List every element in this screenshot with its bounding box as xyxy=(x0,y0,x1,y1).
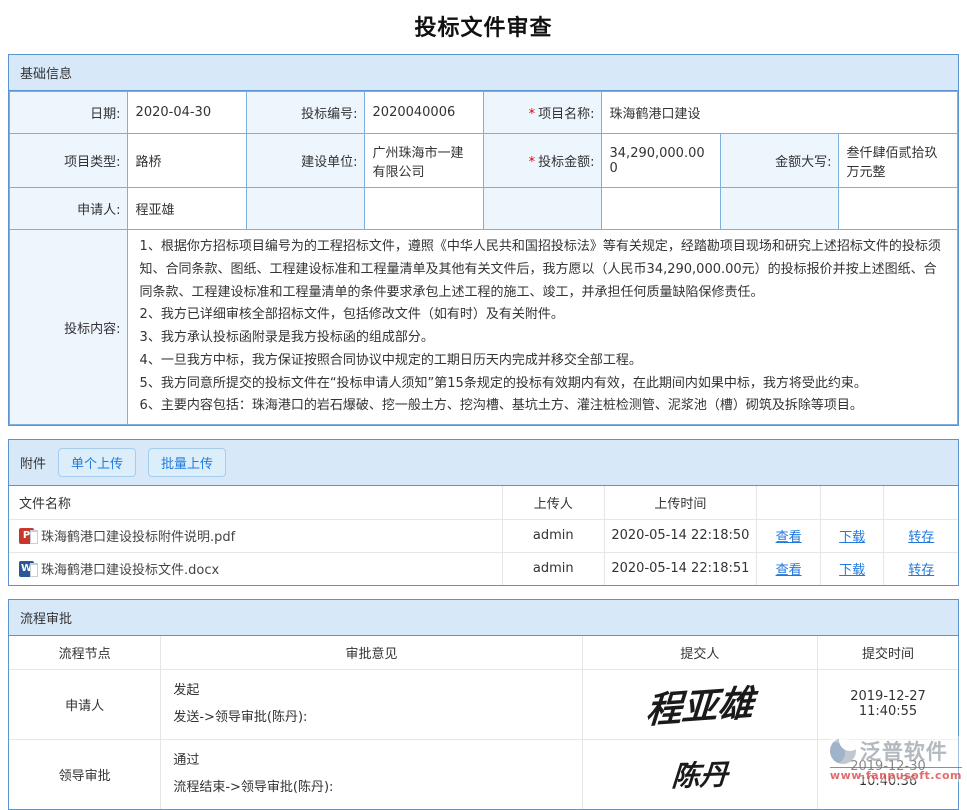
empty-value-cell xyxy=(838,188,958,230)
opinion-header: 审批意见 xyxy=(161,636,582,669)
empty-label-cell xyxy=(720,188,838,230)
approval-row: 领导审批 通过 流程结束->领导审批(陈丹): 陈丹 2019-12-30 10… xyxy=(9,739,958,809)
single-upload-button[interactable]: 单个上传 xyxy=(58,448,136,477)
upload-time: 2020-05-14 22:18:50 xyxy=(604,519,757,552)
approval-table: 流程节点 审批意见 提交人 提交时间 申请人 发起 发送->领导审批(陈丹): … xyxy=(9,636,958,809)
attachment-row: W 珠海鹤港口建设投标文件.docx admin 2020-05-14 22:1… xyxy=(9,552,958,585)
amount-in-words-label: 金额大写: xyxy=(720,134,838,188)
opinion-line: 发起 xyxy=(173,677,573,704)
transfer-link[interactable]: 转存 xyxy=(908,530,934,545)
project-name-label: *项目名称: xyxy=(483,92,601,134)
build-unit-value: 广州珠海市一建有限公司 xyxy=(364,134,483,188)
upload-time: 2020-05-14 22:18:51 xyxy=(604,552,757,585)
empty-label-cell xyxy=(246,188,364,230)
vendor-url: www.fanpusoft.com xyxy=(830,767,962,782)
attachments-table: 文件名称 上传人 上传时间 P 珠海鹤港口建设投标附件说明.pdf admin … xyxy=(9,486,958,585)
signature-image: 程亚雄 xyxy=(644,674,755,734)
bid-content-line: 5、我方同意所提交的投标文件在“投标申请人须知”第15条规定的投标有效期内有效，… xyxy=(140,373,945,396)
applicant-label: 申请人: xyxy=(10,188,128,230)
file-name: 珠海鹤港口建设投标附件说明.pdf xyxy=(41,526,235,545)
file-name-header: 文件名称 xyxy=(9,486,502,519)
amount-in-words-value: 叁仟肆佰贰拾玖万元整 xyxy=(838,134,958,188)
transfer-link[interactable]: 转存 xyxy=(908,563,934,578)
uploader: admin xyxy=(502,552,604,585)
date-label: 日期: xyxy=(10,92,128,134)
empty-value-cell xyxy=(364,188,483,230)
view-link[interactable]: 查看 xyxy=(776,563,802,578)
attachment-row: P 珠海鹤港口建设投标附件说明.pdf admin 2020-05-14 22:… xyxy=(9,519,958,552)
opinion-line: 发送->领导审批(陈丹): xyxy=(173,704,573,731)
bid-number-label: 投标编号: xyxy=(246,92,364,134)
uploader-header: 上传人 xyxy=(502,486,604,519)
bid-content-line: 2、我方已详细审核全部招标文件，包括修改文件（如有时）及有关附件。 xyxy=(140,304,945,327)
basic-info-table: 日期: 2020-04-30 投标编号: 2020040006 *项目名称: 珠… xyxy=(9,91,958,425)
download-link[interactable]: 下载 xyxy=(839,530,865,545)
attachments-section: 附件 单个上传 批量上传 文件名称 上传人 上传时间 P 珠海鹤港口建设投标附件… xyxy=(8,439,959,586)
attachments-title: 附件 xyxy=(20,453,46,472)
basic-info-section: 基础信息 日期: 2020-04-30 投标编号: 2020040006 *项目… xyxy=(8,54,959,426)
bid-content-line: 3、我方承认投标函附录是我方投标函的组成部分。 xyxy=(140,327,945,350)
bid-content-line: 1、根据你方招标项目编号为的工程招标文件，遵照《中华人民共和国招投标法》等有关规… xyxy=(140,236,945,304)
basic-info-section-header: 基础信息 xyxy=(9,55,958,91)
signature-image: 陈丹 xyxy=(670,753,729,795)
bid-content-label: 投标内容: xyxy=(10,230,128,425)
project-name-value: 珠海鹤港口建设 xyxy=(601,92,957,134)
approval-section: 流程审批 流程节点 审批意见 提交人 提交时间 申请人 发起 发送->领导审批(… xyxy=(8,599,959,810)
project-type-label: 项目类型: xyxy=(10,134,128,188)
action-header-empty xyxy=(757,486,821,519)
attachments-section-header: 附件 单个上传 批量上传 xyxy=(9,440,958,486)
submit-time: 2019-12-27 11:40:55 xyxy=(818,669,958,739)
flow-node: 领导审批 xyxy=(9,739,161,809)
project-type-value: 路桥 xyxy=(127,134,246,188)
required-asterisk: * xyxy=(529,155,536,170)
opinion-line: 通过 xyxy=(173,747,573,774)
flow-node: 申请人 xyxy=(9,669,161,739)
bid-content-value: 1、根据你方招标项目编号为的工程招标文件，遵照《中华人民共和国招投标法》等有关规… xyxy=(127,230,957,425)
upload-time-header: 上传时间 xyxy=(604,486,757,519)
empty-value-cell xyxy=(601,188,720,230)
submit-time-header: 提交时间 xyxy=(818,636,958,669)
pdf-file-icon: P xyxy=(19,528,34,544)
vendor-watermark: 泛普软件 www.fanpusoft.com xyxy=(830,736,962,782)
required-asterisk: * xyxy=(529,107,536,122)
empty-label-cell xyxy=(483,188,601,230)
bid-amount-label: *投标金额: xyxy=(483,134,601,188)
view-link[interactable]: 查看 xyxy=(776,530,802,545)
approval-row: 申请人 发起 发送->领导审批(陈丹): 程亚雄 2019-12-27 11:4… xyxy=(9,669,958,739)
opinion-line: 流程结束->领导审批(陈丹): xyxy=(173,774,573,801)
action-header-empty xyxy=(820,486,884,519)
download-link[interactable]: 下载 xyxy=(839,563,865,578)
submitter-header: 提交人 xyxy=(582,636,817,669)
vendor-brand-name: 泛普软件 xyxy=(860,736,948,766)
action-header-empty xyxy=(884,486,958,519)
batch-upload-button[interactable]: 批量上传 xyxy=(148,448,226,477)
flow-node-header: 流程节点 xyxy=(9,636,161,669)
file-name: 珠海鹤港口建设投标文件.docx xyxy=(41,559,219,578)
date-value: 2020-04-30 xyxy=(127,92,246,134)
page-title: 投标文件审查 xyxy=(0,0,967,54)
approval-section-header: 流程审批 xyxy=(9,600,958,636)
bid-number-value: 2020040006 xyxy=(364,92,483,134)
applicant-value: 程亚雄 xyxy=(127,188,246,230)
word-file-icon: W xyxy=(19,561,34,577)
uploader: admin xyxy=(502,519,604,552)
bid-content-line: 6、主要内容包括：珠海港口的岩石爆破、挖一般土方、挖沟槽、基坑土方、灌注桩检测管… xyxy=(140,395,945,418)
bid-amount-value: 34,290,000.000 xyxy=(601,134,720,188)
bid-content-line: 4、一旦我方中标，我方保证按照合同协议中规定的工期日历天内完成并移交全部工程。 xyxy=(140,350,945,373)
build-unit-label: 建设单位: xyxy=(246,134,364,188)
fanpu-logo-icon xyxy=(830,738,856,764)
